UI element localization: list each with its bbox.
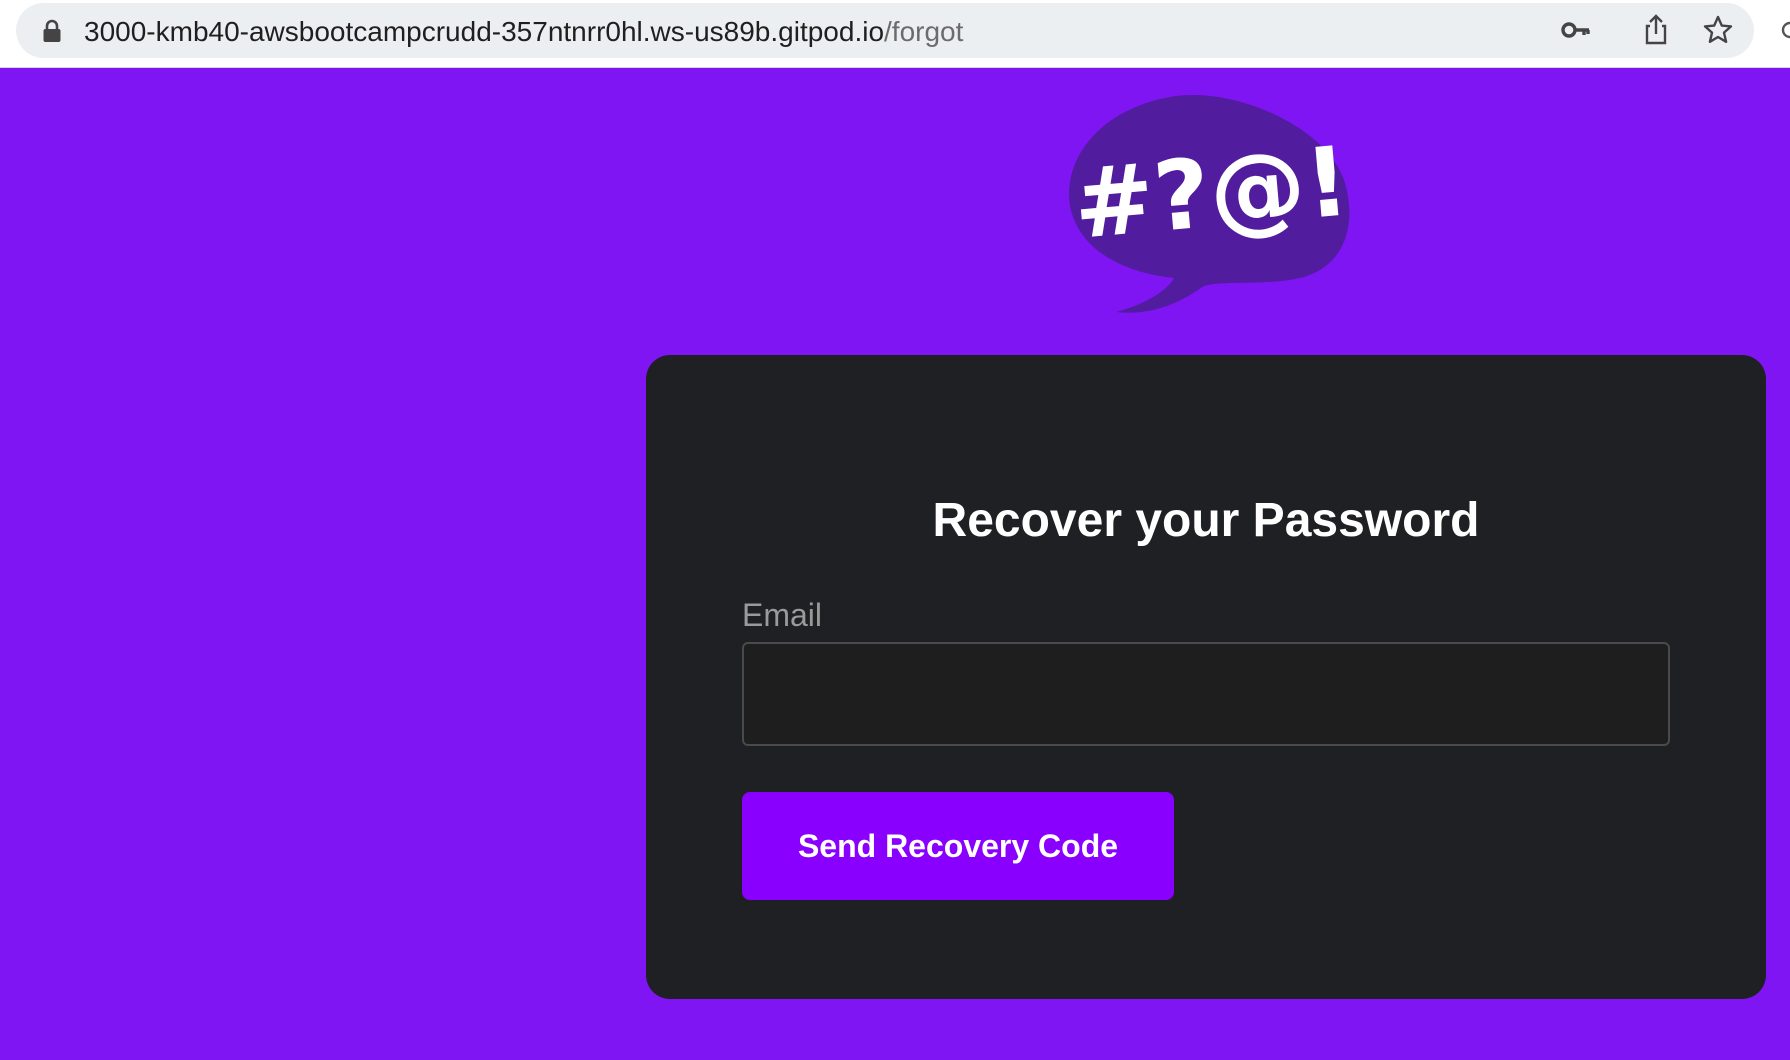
- email-label: Email: [742, 597, 823, 633]
- logo-text: #?@!: [1069, 125, 1354, 261]
- browser-toolbar: 3000-kmb40-awsbootcampcrudd-357ntnrr0hl.…: [0, 0, 1790, 68]
- url-text[interactable]: 3000-kmb40-awsbootcampcrudd-357ntnrr0hl.…: [84, 17, 963, 47]
- share-icon[interactable]: [1640, 14, 1672, 46]
- recover-password-card: Recover your Password Email Send Recover…: [646, 355, 1766, 999]
- address-bar[interactable]: 3000-kmb40-awsbootcampcrudd-357ntnrr0hl.…: [16, 3, 1754, 58]
- star-icon[interactable]: [1702, 14, 1734, 46]
- email-field[interactable]: [742, 642, 1670, 746]
- lock-icon: [43, 19, 61, 42]
- url-host: 3000-kmb40-awsbootcampcrudd-357ntnrr0hl.…: [84, 16, 885, 47]
- app-logo: #?@!: [1069, 94, 1354, 313]
- extension-icon[interactable]: [1780, 18, 1790, 42]
- key-icon[interactable]: [1560, 14, 1592, 46]
- url-path: /forgot: [884, 16, 964, 47]
- page-title: Recover your Password: [932, 494, 1480, 547]
- page-background: #?@! Recover your Password Email Send Re…: [0, 68, 1790, 1060]
- send-recovery-code-button[interactable]: Send Recovery Code: [742, 792, 1174, 900]
